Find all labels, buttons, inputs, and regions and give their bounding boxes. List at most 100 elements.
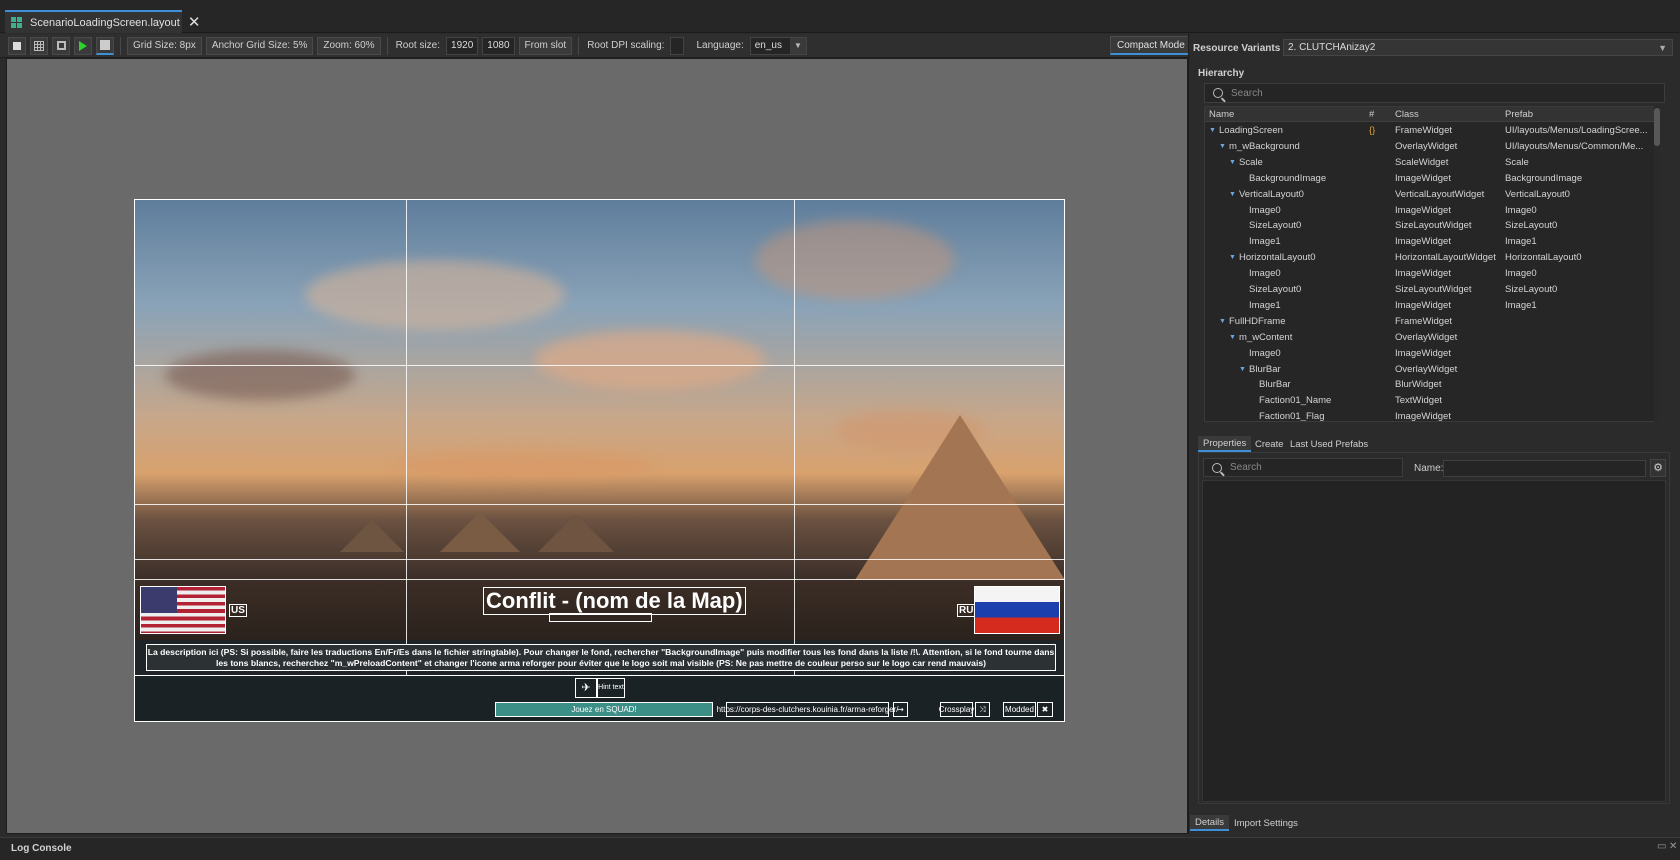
expand-arrow-icon[interactable]: ▼ [1209,127,1216,134]
hierarchy-tree[interactable]: Name # Class Prefab ▼ LoadingScreen{} Fram… [1204,106,1656,422]
hierarchy-row-class: TextWidget [1395,395,1442,407]
root-height-input[interactable]: 1080 [482,36,515,55]
tab-create[interactable]: Create [1250,436,1289,452]
hierarchy-row[interactable]: Image0 ImageWidget [1205,346,1655,362]
tab-import-settings[interactable]: Import Settings [1229,815,1303,831]
hierarchy-row-class: FrameWidget [1395,315,1453,327]
properties-search-input[interactable]: Search [1203,458,1403,477]
map-title[interactable]: Conflit - (nom de la Map) [483,587,746,615]
log-console-bar[interactable]: Log Console ▭ ✕ [0,837,1680,860]
zoom-button[interactable]: Zoom: 60% [317,36,381,55]
close-icon[interactable]: ✕ [188,15,201,30]
root-width-input[interactable]: 1920 [446,36,479,55]
hierarchy-row[interactable]: ▼ HorizontalLayout0 HorizontalLayoutWidget… [1205,250,1655,266]
cloud-shape [165,350,355,400]
shuffle-icon[interactable]: ⤨ [975,702,990,717]
hierarchy-row[interactable]: SizeLayout0 SizeLayoutWidget SizeLayout0 [1205,218,1655,234]
hierarchy-row[interactable]: BlurBar BlurWidget [1205,377,1655,393]
hierarchy-row[interactable]: BackgroundImage ImageWidget BackgroundImag… [1205,171,1655,187]
hint-icon[interactable]: ✈ [575,678,597,698]
search-icon [1213,88,1223,98]
column-class[interactable]: Class [1395,109,1419,120]
document-tab[interactable]: ScenarioLoadingScreen.layout ✕ [5,10,200,33]
layout-canvas[interactable]: US RU Conflit - (nom de la Map) La descr… [134,199,1065,722]
faction-right-flag[interactable] [974,586,1060,634]
hierarchy-row[interactable]: ▼ m_wBackground OverlayWidget UI/layouts/Me… [1205,139,1655,155]
hierarchy-row[interactable]: Image0 ImageWidget Image0 [1205,203,1655,219]
faction-left-flag[interactable] [140,586,226,634]
expand-arrow-icon[interactable]: ▼ [1219,143,1226,150]
select-tool-button[interactable] [8,36,26,55]
hierarchy-row[interactable]: ▼ Scale ScaleWidget Scale [1205,155,1655,171]
hierarchy-row-class: ImageWidget [1395,268,1451,280]
hierarchy-row[interactable]: ▼ m_wContent OverlayWidget [1205,330,1655,346]
stop-button[interactable] [96,36,114,55]
tab-last-used-prefabs[interactable]: Last Used Prefabs [1285,436,1373,452]
hint-text[interactable]: Hint text [597,678,625,698]
grid-toggle-button[interactable] [30,36,48,55]
play-button[interactable] [74,36,92,55]
link-icon[interactable]: ⇝ [893,702,908,717]
hierarchy-row[interactable]: SizeLayout0 SizeLayoutWidget SizeLayout0 [1205,282,1655,298]
language-select[interactable]: en_us ▼ [749,36,807,55]
hierarchy-row[interactable]: Image1 ImageWidget Image1 [1205,234,1655,250]
column-hash[interactable]: # [1369,109,1374,120]
expand-arrow-icon[interactable]: ▼ [1229,254,1236,261]
gear-icon[interactable]: ⚙ [1650,459,1666,477]
properties-content [1202,480,1666,802]
hierarchy-row[interactable]: Image0 ImageWidget Image0 [1205,266,1655,282]
hierarchy-search-input[interactable]: Search [1204,83,1665,103]
hierarchy-row-class: SizeLayoutWidget [1395,284,1472,295]
map-description[interactable]: La description ici (PS: Si possible, fai… [146,644,1056,671]
cloud-shape [395,450,655,480]
squad-banner[interactable]: Jouez en SQUAD! [495,702,713,717]
close-icon[interactable]: ✕ [1669,841,1677,852]
expand-arrow-icon[interactable]: ▼ [1229,334,1236,341]
hierarchy-row-class: OverlayWidget [1395,140,1458,152]
anchor-grid-size-button[interactable]: Anchor Grid Size: 5% [205,36,314,55]
restore-icon[interactable]: ▭ [1657,841,1666,852]
hierarchy-row-name: m_wBackground [1229,140,1300,152]
name-input[interactable] [1443,460,1646,477]
column-name[interactable]: Name [1209,109,1234,120]
expand-arrow-icon[interactable]: ▼ [1229,191,1236,198]
hierarchy-row[interactable]: Faction01_Name TextWidget [1205,393,1655,409]
document-tab-title: ScenarioLoadingScreen.layout [30,16,180,29]
grid-icon [34,40,44,51]
expand-arrow-icon[interactable]: ▼ [1239,366,1246,373]
hierarchy-row-prefab: SizeLayout0 [1505,284,1558,295]
modded-label[interactable]: Modded [1003,702,1036,717]
hierarchy-scrollbar[interactable] [1654,106,1660,422]
tab-details[interactable]: Details [1190,815,1230,831]
hierarchy-row-name: BlurBar [1259,379,1291,391]
hierarchy-row-class: BlurWidget [1395,379,1442,391]
root-dpi-checkbox[interactable] [670,36,685,55]
hierarchy-row-class: ImageWidget [1395,204,1451,216]
scrollbar-thumb[interactable] [1654,108,1660,146]
hierarchy-row[interactable]: ▼ LoadingScreen {} FrameWidget UI/layouts/Me… [1205,123,1655,139]
wrench-icon[interactable]: ✖ [1037,702,1053,717]
frame-tool-button[interactable] [52,36,70,55]
layout-file-icon [11,17,22,28]
website-url[interactable]: https://corps-des-clutchers.kouinia.fr/a… [717,702,898,717]
hierarchy-row[interactable]: ▼ FullHDFrame FrameWidget [1205,314,1655,330]
grid-size-button[interactable]: Grid Size: 8px [127,36,202,55]
hierarchy-row[interactable]: Image1 ImageWidget Image1 [1205,298,1655,314]
hierarchy-row-prefab: Image1 [1505,236,1537,248]
hierarchy-row-name: BackgroundImage [1249,172,1327,184]
stop-icon [100,40,110,50]
hierarchy-row[interactable]: Faction01_Flag ImageWidget [1205,409,1655,421]
compact-mode-button[interactable]: Compact Mode [1110,36,1192,55]
map-subtitle-placeholder[interactable] [549,613,652,622]
tab-properties[interactable]: Properties [1198,436,1252,452]
resource-variant-select[interactable]: 2. CLUTCHAnizay2 ▼ [1283,39,1673,56]
expand-arrow-icon[interactable]: ▼ [1219,318,1226,325]
hierarchy-row[interactable]: ▼ BlurBar OverlayWidget [1205,362,1655,378]
expand-arrow-icon[interactable]: ▼ [1229,159,1236,166]
column-prefab[interactable]: Prefab [1505,109,1533,120]
hierarchy-row-name: Image0 [1249,347,1281,359]
crossplay-label[interactable]: Crossplay [939,702,974,717]
from-slot-button[interactable]: From slot [518,36,573,55]
chevron-down-icon: ▼ [790,37,806,54]
hierarchy-row[interactable]: ▼ VerticalLayout0 VerticalLayoutWidget Vert… [1205,187,1655,203]
